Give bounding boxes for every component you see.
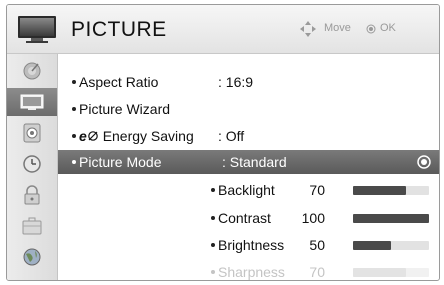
menu-item-label: Picture Mode	[79, 154, 162, 170]
bullet	[72, 160, 76, 164]
sidebar-item-picture[interactable]	[7, 88, 57, 116]
menu-item-aspect-ratio[interactable]: Aspect Ratio : 16:9	[58, 70, 439, 94]
setting-sharpness: Sharpness 70	[58, 260, 439, 280]
bullet	[211, 216, 215, 220]
setting-label: Contrast	[218, 210, 271, 226]
level-bar-fill	[353, 214, 429, 223]
menu-item-value: : Off	[218, 128, 245, 144]
ok-button-icon	[366, 24, 376, 34]
setting-backlight[interactable]: Backlight 70	[58, 178, 439, 202]
tv-menu-window: PICTURE Move OK Aspect Ratio: 16:9 Pict…	[6, 4, 440, 281]
setting-brightness[interactable]: Brightness 50	[58, 233, 439, 257]
bullet	[211, 270, 215, 274]
menu-item-energy-saving[interactable]: e Energy Saving : Off	[58, 124, 439, 148]
bullet	[72, 107, 76, 111]
ok-hint: OK	[380, 22, 396, 34]
menu-item-label: Picture Wizard	[79, 101, 171, 117]
setting-value: 100	[301, 210, 325, 226]
bullet	[72, 134, 76, 138]
level-bar	[353, 268, 429, 277]
menu-item-value: : Standard	[222, 154, 287, 170]
setting-contrast[interactable]: Contrast 100	[58, 206, 439, 230]
move-hint: Move	[324, 22, 351, 34]
energy-saving-logo: e	[79, 128, 87, 144]
navigation-arrows-icon	[300, 21, 316, 37]
globe-icon	[23, 248, 41, 266]
bullet	[72, 80, 76, 84]
level-bar	[353, 241, 429, 250]
sidebar-item-time[interactable]	[7, 150, 57, 178]
menu-item-picture-wizard[interactable]: Picture Wizard	[58, 97, 439, 121]
menu-item-picture-mode[interactable]: Picture Mode : Standard	[58, 150, 439, 174]
satellite-dish-icon	[23, 62, 41, 80]
briefcase-icon	[22, 217, 42, 235]
leaf-icon	[87, 131, 98, 141]
menu-item-label: Aspect Ratio	[79, 74, 159, 90]
bullet	[211, 243, 215, 247]
clock-icon	[23, 155, 41, 173]
level-bar-fill	[353, 268, 407, 277]
sidebar-item-audio[interactable]	[7, 119, 57, 147]
sidebar-item-lock[interactable]	[7, 181, 57, 209]
setting-value: 50	[309, 237, 325, 253]
page-title: PICTURE	[71, 18, 167, 41]
setting-value: 70	[309, 182, 325, 198]
setting-label: Backlight	[218, 182, 275, 198]
setting-value: 70	[309, 264, 325, 280]
level-bar-fill	[353, 186, 407, 195]
category-sidebar	[7, 54, 58, 280]
level-bar	[353, 186, 429, 195]
setting-label: Sharpness	[218, 264, 285, 280]
tv-screen-icon	[20, 94, 44, 110]
sidebar-item-setup[interactable]	[7, 57, 57, 85]
level-bar-fill	[353, 241, 391, 250]
setting-label: Brightness	[218, 237, 285, 253]
speaker-icon	[23, 123, 41, 143]
bullet	[211, 188, 215, 192]
menu-item-label: e Energy Saving	[79, 128, 194, 144]
level-bar	[353, 214, 429, 223]
menu-header: PICTURE Move OK	[7, 5, 439, 54]
picture-settings-panel: Aspect Ratio : 16:9 Picture Wizard e Ene…	[58, 54, 439, 280]
ok-button-icon	[417, 155, 431, 169]
lock-icon	[24, 185, 40, 205]
sidebar-item-option[interactable]	[7, 212, 57, 240]
menu-item-value: : 16:9	[218, 74, 254, 90]
sidebar-item-network[interactable]	[7, 243, 57, 271]
tv-screen-icon	[18, 16, 56, 43]
